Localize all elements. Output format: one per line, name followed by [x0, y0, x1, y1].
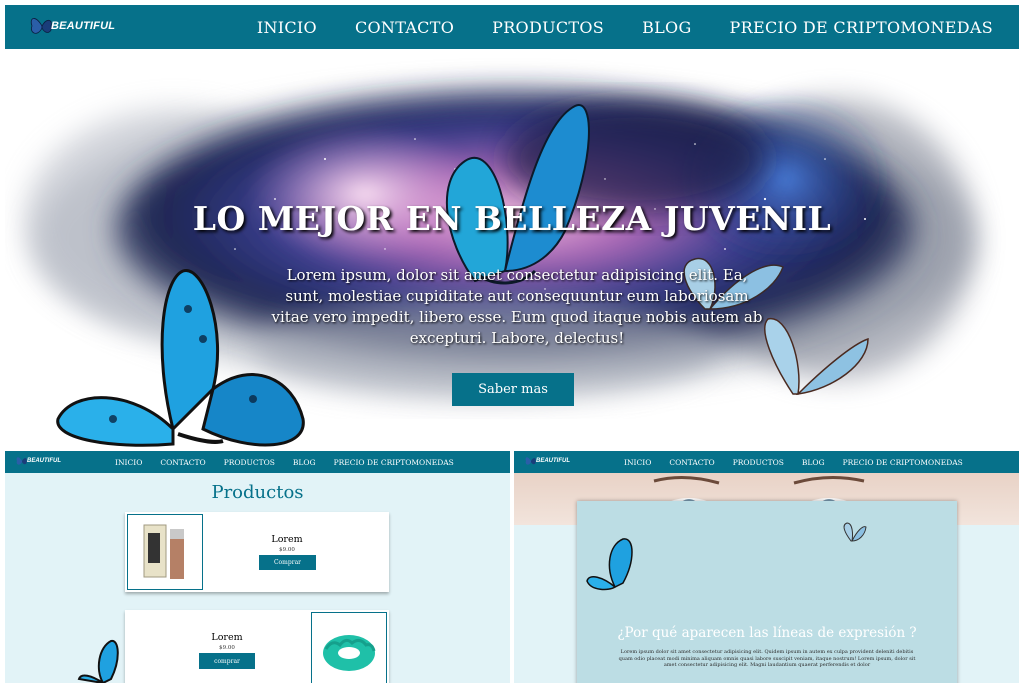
mini-navbar: BEAUTIFUL INICIO CONTACTO PRODUCTOS BLOG…: [5, 451, 510, 473]
mini-navbar: BEAUTIFUL INICIO CONTACTO PRODUCTOS BLOG…: [514, 451, 1019, 473]
hero-section: LO MEJOR EN BELLEZA JUVENIL Lorem ipsum,…: [5, 49, 1019, 447]
butterfly-icon: [843, 522, 867, 542]
nav-link-inicio[interactable]: INICIO: [115, 458, 142, 467]
butterfly-icon: [77, 639, 119, 683]
brand-name: BEAUTIFUL: [51, 20, 116, 32]
nav-link-blog[interactable]: BLOG: [293, 458, 316, 467]
nav-link-contacto[interactable]: CONTACTO: [355, 18, 454, 37]
comprar-button[interactable]: Comprar: [259, 555, 316, 570]
butterfly-icon: [586, 538, 633, 591]
product-name: Lorem: [211, 632, 243, 643]
nav-link-blog[interactable]: BLOG: [642, 18, 691, 37]
nav-link-inicio[interactable]: INICIO: [257, 18, 317, 37]
nav-link-productos[interactable]: PRODUCTOS: [224, 458, 275, 467]
article-card: ¿Por qué aparecen las líneas de expresió…: [577, 501, 957, 683]
product-card: Lorem $9.00 Comprar: [125, 512, 389, 592]
brand-name: BEAUTIFUL: [536, 458, 570, 464]
comprar-button[interactable]: comprar: [199, 653, 255, 669]
nav-link-inicio[interactable]: INICIO: [624, 458, 651, 467]
hero-description: Lorem ipsum, dolor sit amet consectetur …: [271, 266, 763, 347]
brand-logo[interactable]: BEAUTIFUL: [15, 454, 61, 468]
mini-nav-menu: INICIO CONTACTO PRODUCTOS BLOG PRECIO DE…: [115, 451, 454, 473]
mini-nav-menu: INICIO CONTACTO PRODUCTOS BLOG PRECIO DE…: [624, 451, 963, 473]
saber-mas-button[interactable]: Saber mas: [452, 373, 574, 406]
products-title: Productos: [211, 482, 304, 503]
nav-link-productos[interactable]: PRODUCTOS: [492, 18, 604, 37]
nav-link-blog[interactable]: BLOG: [802, 458, 825, 467]
article-body: Lorem ipsum dolor sit amet consectetur a…: [618, 649, 916, 668]
product-name: Lorem: [271, 534, 303, 545]
nav-link-contacto[interactable]: CONTACTO: [669, 458, 714, 467]
product-card: Lorem $9.00 comprar: [125, 610, 389, 683]
nav-link-criptomonedas[interactable]: PRECIO DE CRIPTOMONEDAS: [334, 458, 454, 467]
hero-title: LO MEJOR EN BELLEZA JUVENIL: [192, 199, 832, 238]
brand-logo[interactable]: BEAUTIFUL: [524, 454, 570, 468]
blog-page-preview: BEAUTIFUL INICIO CONTACTO PRODUCTOS BLOG…: [514, 451, 1019, 683]
nav-menu: INICIO CONTACTO PRODUCTOS BLOG PRECIO DE…: [257, 5, 993, 49]
brand-name: BEAUTIFUL: [27, 458, 61, 464]
product-price: $9.00: [279, 547, 295, 553]
product-image: [311, 612, 387, 683]
brand-logo[interactable]: BEAUTIFUL: [29, 11, 115, 41]
nav-link-contacto[interactable]: CONTACTO: [160, 458, 205, 467]
product-image: [127, 514, 203, 590]
product-price: $9.00: [219, 645, 235, 651]
nav-link-criptomonedas[interactable]: PRECIO DE CRIPTOMONEDAS: [843, 458, 963, 467]
article-title: ¿Por qué aparecen las líneas de expresió…: [617, 625, 917, 641]
nav-link-criptomonedas[interactable]: PRECIO DE CRIPTOMONEDAS: [730, 18, 993, 37]
main-navbar: BEAUTIFUL INICIO CONTACTO PRODUCTOS BLOG…: [5, 5, 1019, 49]
products-page-preview: BEAUTIFUL INICIO CONTACTO PRODUCTOS BLOG…: [5, 451, 510, 683]
nav-link-productos[interactable]: PRODUCTOS: [733, 458, 784, 467]
